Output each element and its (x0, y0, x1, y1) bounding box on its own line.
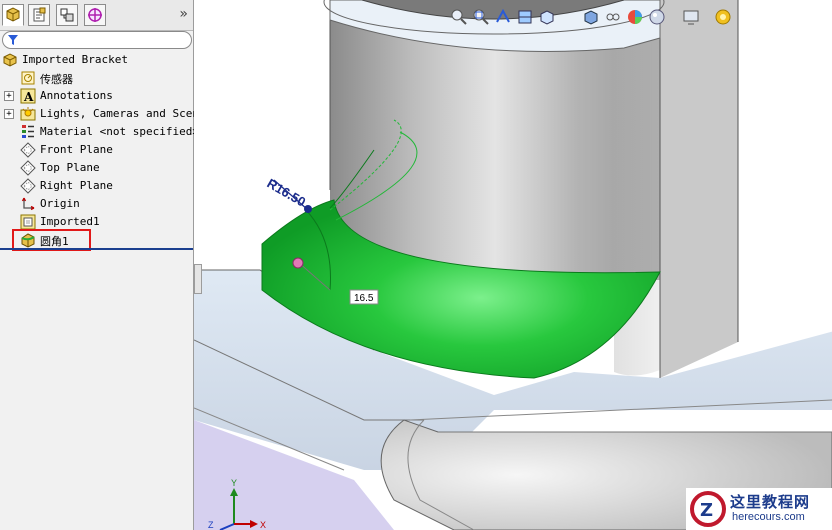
lights-icon (20, 107, 36, 121)
triad-z-label: Z (208, 520, 214, 530)
plane-icon (20, 160, 36, 176)
expand-toggle[interactable]: + (4, 109, 14, 119)
dimension-value-box[interactable]: 16.5 (354, 293, 374, 304)
watermark-title: 这里教程网 (730, 493, 811, 511)
triad-x-label: X (260, 520, 266, 530)
tab-feature-manager[interactable] (2, 4, 24, 26)
imported-feature-icon (20, 214, 36, 230)
zoom-to-fit-icon[interactable] (450, 8, 468, 26)
panel-tab-bar: » (0, 0, 193, 31)
origin-icon (21, 197, 35, 211)
watermark: Z 这里教程网 herecours.com (686, 488, 832, 530)
view-settings-icon[interactable] (682, 8, 700, 26)
annotations-icon: A (20, 88, 36, 104)
section-view-icon[interactable] (516, 8, 534, 26)
tree-filter-input[interactable] (2, 31, 192, 49)
tree-item-label: Front Plane (40, 143, 113, 156)
tree-item-label: Material <not specified> (40, 125, 199, 138)
panel-splitter-handle[interactable] (194, 264, 202, 294)
previous-view-icon[interactable] (494, 8, 512, 26)
tree-item-label: Annotations (40, 89, 113, 102)
watermark-url: herecours.com (732, 511, 805, 523)
tree-item-label: Lights, Cameras and Scene (40, 107, 206, 120)
tree-item-label: Right Plane (40, 179, 113, 192)
material-icon (22, 125, 34, 138)
view-orientation-icon[interactable] (538, 8, 556, 26)
triad-y-label: Y (231, 478, 237, 488)
plane-icon (20, 142, 36, 158)
tree-item-label: Origin (40, 197, 80, 210)
plane-icon (20, 178, 36, 194)
svg-text:Z: Z (700, 500, 713, 521)
configuration-manager-icon (60, 8, 74, 22)
feature-manager-icon (6, 7, 20, 22)
tab-dimxpert-manager[interactable] (84, 4, 106, 26)
tree-item-label: 传感器 (40, 73, 73, 86)
watermark-logo: Z (690, 491, 726, 527)
expand-toggle[interactable]: + (4, 91, 14, 101)
tab-configuration-manager[interactable] (56, 4, 78, 26)
hide-show-items-icon[interactable] (604, 8, 622, 26)
feature-manager-panel: » Imported Bracket 传感器 + A Annotations +… (0, 0, 206, 530)
tab-property-manager[interactable] (28, 4, 50, 26)
zoom-to-area-icon[interactable] (472, 8, 490, 26)
display-style-icon[interactable] (582, 8, 600, 26)
collapse-panel-button[interactable]: » (179, 6, 188, 22)
heads-up-view-toolbar (450, 8, 750, 30)
svg-text:A: A (23, 90, 34, 104)
model-drawing: R16.50 16.5 Y X Z (194, 0, 832, 530)
tree-item-label: Imported1 (40, 215, 100, 228)
filter-icon (8, 35, 18, 45)
dimxpert-icon (88, 8, 102, 22)
tree-root-label: Imported Bracket (22, 53, 128, 66)
tree-item-label: Top Plane (40, 161, 100, 174)
graphics-viewport[interactable]: R16.50 16.5 Y X Z (194, 0, 832, 530)
realview-icon[interactable] (714, 8, 732, 26)
part-icon (3, 53, 17, 67)
sensor-icon (21, 71, 35, 85)
edit-appearance-icon[interactable] (626, 8, 644, 26)
rollback-bar[interactable] (0, 248, 193, 250)
property-manager-icon (33, 7, 46, 22)
apply-scene-icon[interactable] (648, 8, 666, 26)
